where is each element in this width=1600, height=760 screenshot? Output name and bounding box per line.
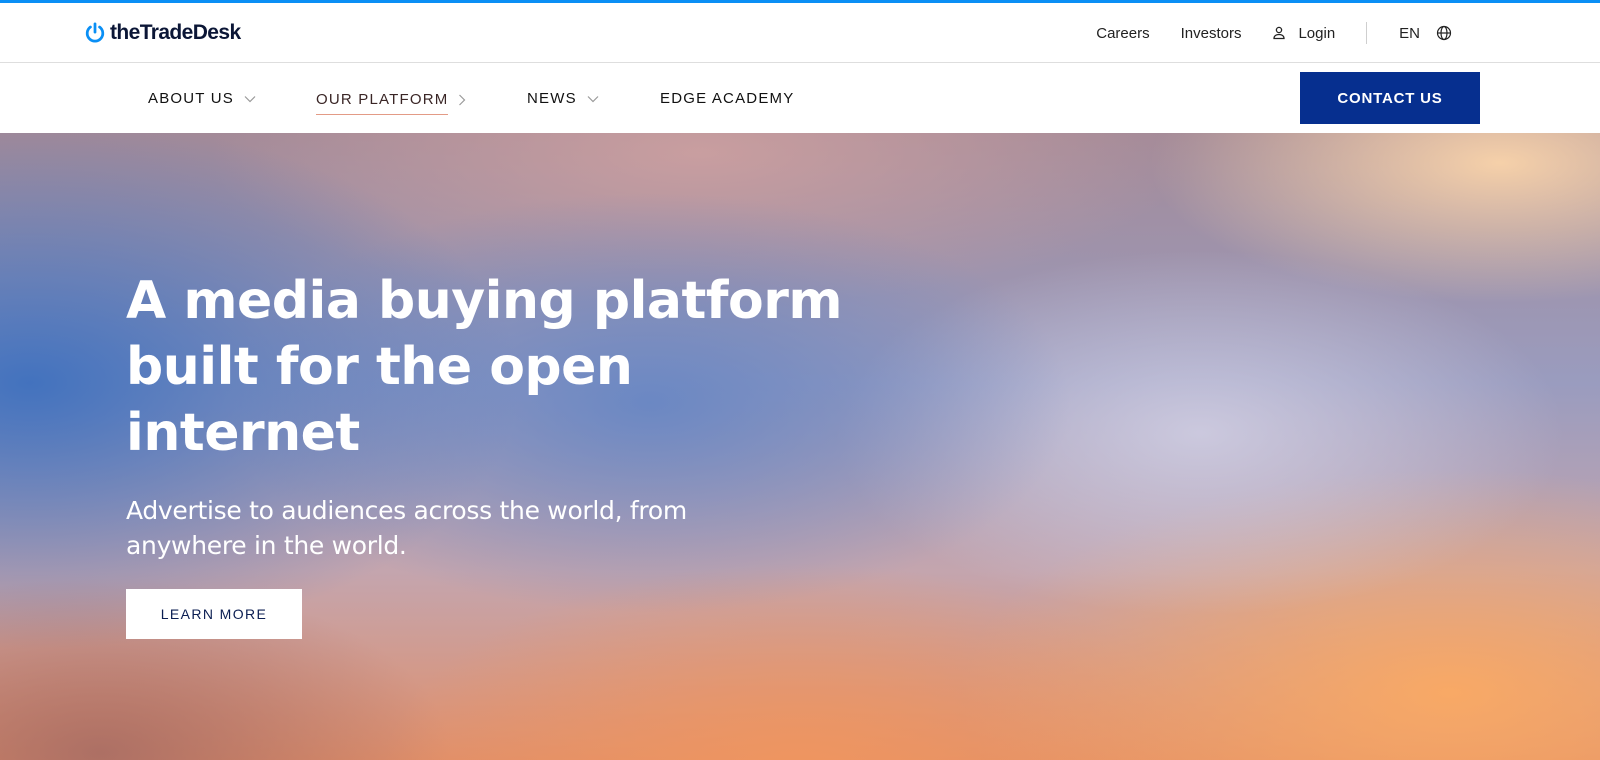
hero-title: A media buying platform built for the op… bbox=[126, 271, 843, 463]
contact-us-button[interactable]: CONTACT US bbox=[1300, 72, 1480, 124]
login-link[interactable]: Login bbox=[1272, 25, 1335, 42]
nav-edge-academy-label: EDGE ACADEMY bbox=[660, 90, 795, 107]
chevron-down-icon bbox=[587, 95, 599, 102]
utility-header: theTradeDesk Careers Investors Login EN bbox=[0, 3, 1600, 63]
nav-our-platform[interactable]: OUR PLATFORM bbox=[316, 64, 466, 133]
main-nav: ABOUT US OUR PLATFORM NEWS EDGE ACADEMY … bbox=[0, 64, 1600, 133]
nav-our-platform-label: OUR PLATFORM bbox=[316, 91, 449, 115]
nav-edge-academy[interactable]: EDGE ACADEMY bbox=[660, 64, 794, 133]
login-label: Login bbox=[1298, 24, 1336, 42]
nav-about-us[interactable]: ABOUT US bbox=[148, 64, 256, 133]
nav-news[interactable]: NEWS bbox=[527, 64, 599, 133]
person-icon bbox=[1273, 26, 1286, 40]
brand-logo[interactable]: theTradeDesk bbox=[84, 19, 241, 47]
nav-news-label: NEWS bbox=[527, 90, 577, 107]
investors-link[interactable]: Investors bbox=[1181, 25, 1242, 42]
learn-more-button[interactable]: LEARN MORE bbox=[126, 589, 302, 639]
utility-links: Careers Investors Login EN bbox=[1065, 3, 1452, 63]
careers-link[interactable]: Careers bbox=[1096, 25, 1149, 42]
language-selector[interactable]: EN bbox=[1399, 25, 1452, 42]
logo-text: theTradeDesk bbox=[110, 21, 241, 44]
hero-subtitle: Advertise to audiences across the world,… bbox=[126, 496, 687, 560]
globe-icon bbox=[1436, 25, 1452, 41]
nav-about-us-label: ABOUT US bbox=[148, 90, 235, 107]
chevron-down-icon bbox=[244, 95, 256, 102]
chevron-right-icon bbox=[459, 94, 466, 105]
utility-divider bbox=[1366, 22, 1368, 44]
hero-banner: A media buying platform built for the op… bbox=[0, 133, 1600, 760]
power-logo-icon bbox=[85, 22, 105, 43]
language-label: EN bbox=[1399, 24, 1420, 42]
